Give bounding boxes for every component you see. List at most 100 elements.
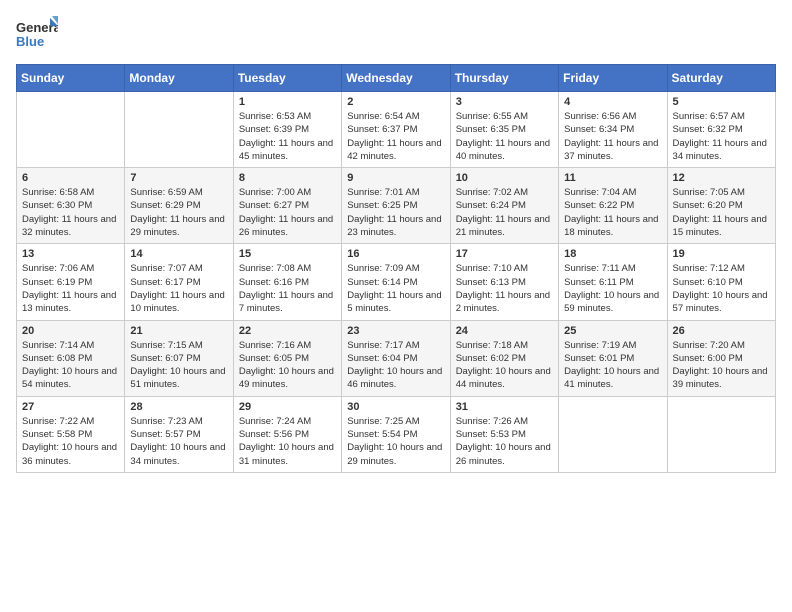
day-content: Sunrise: 7:06 AM Sunset: 6:19 PM Dayligh… — [22, 262, 119, 315]
calendar-cell: 30 Sunrise: 7:25 AM Sunset: 5:54 PM Dayli… — [342, 396, 450, 472]
day-content: Sunrise: 7:26 AM Sunset: 5:53 PM Dayligh… — [456, 415, 553, 468]
day-number: 10 — [456, 172, 553, 184]
calendar-cell — [125, 92, 233, 168]
calendar-cell: 4 Sunrise: 6:56 AM Sunset: 6:34 PM Daylig… — [559, 92, 667, 168]
day-content: Sunrise: 7:14 AM Sunset: 6:08 PM Dayligh… — [22, 339, 119, 392]
day-content: Sunrise: 7:08 AM Sunset: 6:16 PM Dayligh… — [239, 262, 336, 315]
weekday-header: Sunday — [17, 65, 125, 92]
calendar-week-row: 6 Sunrise: 6:58 AM Sunset: 6:30 PM Daylig… — [17, 168, 776, 244]
day-content: Sunrise: 7:18 AM Sunset: 6:02 PM Dayligh… — [456, 339, 553, 392]
day-number: 23 — [347, 325, 444, 337]
day-number: 19 — [673, 248, 770, 260]
calendar-cell: 17Sunrise: 7:10 AM Sunset: 6:13 PM Dayli… — [450, 244, 558, 320]
calendar-cell: 9 Sunrise: 7:01 AM Sunset: 6:25 PM Daylig… — [342, 168, 450, 244]
calendar-cell: 26 Sunrise: 7:20 AM Sunset: 6:00 PM Dayli… — [667, 320, 775, 396]
calendar-cell: 7 Sunrise: 6:59 AM Sunset: 6:29 PM Daylig… — [125, 168, 233, 244]
calendar-cell: 18Sunrise: 7:11 AM Sunset: 6:11 PM Dayli… — [559, 244, 667, 320]
calendar-cell: 27Sunrise: 7:22 AM Sunset: 5:58 PM Dayli… — [17, 396, 125, 472]
day-content: Sunrise: 7:16 AM Sunset: 6:05 PM Dayligh… — [239, 339, 336, 392]
calendar-cell: 3Sunrise: 6:55 AM Sunset: 6:35 PM Daylig… — [450, 92, 558, 168]
calendar-cell: 21Sunrise: 7:15 AM Sunset: 6:07 PM Dayli… — [125, 320, 233, 396]
logo: General Blue — [16, 16, 58, 52]
logo-svg: General Blue — [16, 16, 58, 52]
day-content: Sunrise: 7:12 AM Sunset: 6:10 PM Dayligh… — [673, 262, 770, 315]
day-number: 9 — [347, 172, 444, 184]
day-number: 25 — [564, 325, 661, 337]
day-content: Sunrise: 7:04 AM Sunset: 6:22 PM Dayligh… — [564, 186, 661, 239]
calendar-cell: 12 Sunrise: 7:05 AM Sunset: 6:20 PM Dayli… — [667, 168, 775, 244]
day-number: 20 — [22, 325, 119, 337]
day-number: 13 — [22, 248, 119, 260]
day-number: 2 — [347, 96, 444, 108]
day-number: 1 — [239, 96, 336, 108]
day-number: 28 — [130, 401, 227, 413]
calendar-cell: 5 Sunrise: 6:57 AM Sunset: 6:32 PM Daylig… — [667, 92, 775, 168]
calendar-cell: 22Sunrise: 7:16 AM Sunset: 6:05 PM Dayli… — [233, 320, 341, 396]
weekday-header: Wednesday — [342, 65, 450, 92]
day-number: 6 — [22, 172, 119, 184]
calendar-cell: 16 Sunrise: 7:09 AM Sunset: 6:14 PM Dayli… — [342, 244, 450, 320]
day-content: Sunrise: 7:24 AM Sunset: 5:56 PM Dayligh… — [239, 415, 336, 468]
day-content: Sunrise: 7:20 AM Sunset: 6:00 PM Dayligh… — [673, 339, 770, 392]
calendar-cell: 29 Sunrise: 7:24 AM Sunset: 5:56 PM Dayli… — [233, 396, 341, 472]
day-number: 30 — [347, 401, 444, 413]
day-content: Sunrise: 7:09 AM Sunset: 6:14 PM Dayligh… — [347, 262, 444, 315]
calendar-cell: 10 Sunrise: 7:02 AM Sunset: 6:24 PM Dayli… — [450, 168, 558, 244]
calendar-cell: 19 Sunrise: 7:12 AM Sunset: 6:10 PM Dayli… — [667, 244, 775, 320]
day-number: 4 — [564, 96, 661, 108]
weekday-header: Monday — [125, 65, 233, 92]
calendar-cell: 2 Sunrise: 6:54 AM Sunset: 6:37 PM Daylig… — [342, 92, 450, 168]
day-number: 26 — [673, 325, 770, 337]
day-number: 11 — [564, 172, 661, 184]
day-number: 15 — [239, 248, 336, 260]
day-content: Sunrise: 6:57 AM Sunset: 6:32 PM Dayligh… — [673, 110, 770, 163]
calendar-week-row: 27Sunrise: 7:22 AM Sunset: 5:58 PM Dayli… — [17, 396, 776, 472]
calendar-header-row: SundayMondayTuesdayWednesdayThursdayFrid… — [17, 65, 776, 92]
day-content: Sunrise: 6:56 AM Sunset: 6:34 PM Dayligh… — [564, 110, 661, 163]
day-number: 16 — [347, 248, 444, 260]
calendar-cell: 28 Sunrise: 7:23 AM Sunset: 5:57 PM Dayli… — [125, 396, 233, 472]
day-number: 31 — [456, 401, 553, 413]
calendar-cell: 6 Sunrise: 6:58 AM Sunset: 6:30 PM Daylig… — [17, 168, 125, 244]
day-content: Sunrise: 7:00 AM Sunset: 6:27 PM Dayligh… — [239, 186, 336, 239]
calendar-week-row: 1 Sunrise: 6:53 AM Sunset: 6:39 PM Daylig… — [17, 92, 776, 168]
day-content: Sunrise: 7:07 AM Sunset: 6:17 PM Dayligh… — [130, 262, 227, 315]
day-number: 7 — [130, 172, 227, 184]
day-content: Sunrise: 6:55 AM Sunset: 6:35 PM Dayligh… — [456, 110, 553, 163]
day-content: Sunrise: 7:19 AM Sunset: 6:01 PM Dayligh… — [564, 339, 661, 392]
day-content: Sunrise: 7:01 AM Sunset: 6:25 PM Dayligh… — [347, 186, 444, 239]
calendar-cell: 23Sunrise: 7:17 AM Sunset: 6:04 PM Dayli… — [342, 320, 450, 396]
calendar-cell: 1 Sunrise: 6:53 AM Sunset: 6:39 PM Daylig… — [233, 92, 341, 168]
weekday-header: Saturday — [667, 65, 775, 92]
calendar-cell — [559, 396, 667, 472]
day-content: Sunrise: 7:02 AM Sunset: 6:24 PM Dayligh… — [456, 186, 553, 239]
calendar-table: SundayMondayTuesdayWednesdayThursdayFrid… — [16, 64, 776, 473]
day-number: 12 — [673, 172, 770, 184]
day-number: 29 — [239, 401, 336, 413]
page-header: General Blue — [16, 16, 776, 52]
day-content: Sunrise: 6:58 AM Sunset: 6:30 PM Dayligh… — [22, 186, 119, 239]
calendar-cell: 11 Sunrise: 7:04 AM Sunset: 6:22 PM Dayli… — [559, 168, 667, 244]
calendar-cell: 24 Sunrise: 7:18 AM Sunset: 6:02 PM Dayli… — [450, 320, 558, 396]
svg-text:Blue: Blue — [16, 34, 44, 49]
calendar-week-row: 13 Sunrise: 7:06 AM Sunset: 6:19 PM Dayli… — [17, 244, 776, 320]
calendar-cell: 20 Sunrise: 7:14 AM Sunset: 6:08 PM Dayli… — [17, 320, 125, 396]
day-content: Sunrise: 7:05 AM Sunset: 6:20 PM Dayligh… — [673, 186, 770, 239]
day-content: Sunrise: 6:54 AM Sunset: 6:37 PM Dayligh… — [347, 110, 444, 163]
day-content: Sunrise: 7:25 AM Sunset: 5:54 PM Dayligh… — [347, 415, 444, 468]
calendar-week-row: 20 Sunrise: 7:14 AM Sunset: 6:08 PM Dayli… — [17, 320, 776, 396]
calendar-cell: 8Sunrise: 7:00 AM Sunset: 6:27 PM Daylig… — [233, 168, 341, 244]
day-number: 17 — [456, 248, 553, 260]
day-number: 5 — [673, 96, 770, 108]
day-content: Sunrise: 6:53 AM Sunset: 6:39 PM Dayligh… — [239, 110, 336, 163]
calendar-cell: 31 Sunrise: 7:26 AM Sunset: 5:53 PM Dayli… — [450, 396, 558, 472]
calendar-cell — [667, 396, 775, 472]
day-number: 14 — [130, 248, 227, 260]
calendar-cell — [17, 92, 125, 168]
calendar-cell: 25 Sunrise: 7:19 AM Sunset: 6:01 PM Dayli… — [559, 320, 667, 396]
day-number: 18 — [564, 248, 661, 260]
day-content: Sunrise: 6:59 AM Sunset: 6:29 PM Dayligh… — [130, 186, 227, 239]
day-content: Sunrise: 7:23 AM Sunset: 5:57 PM Dayligh… — [130, 415, 227, 468]
weekday-header: Thursday — [450, 65, 558, 92]
day-number: 24 — [456, 325, 553, 337]
